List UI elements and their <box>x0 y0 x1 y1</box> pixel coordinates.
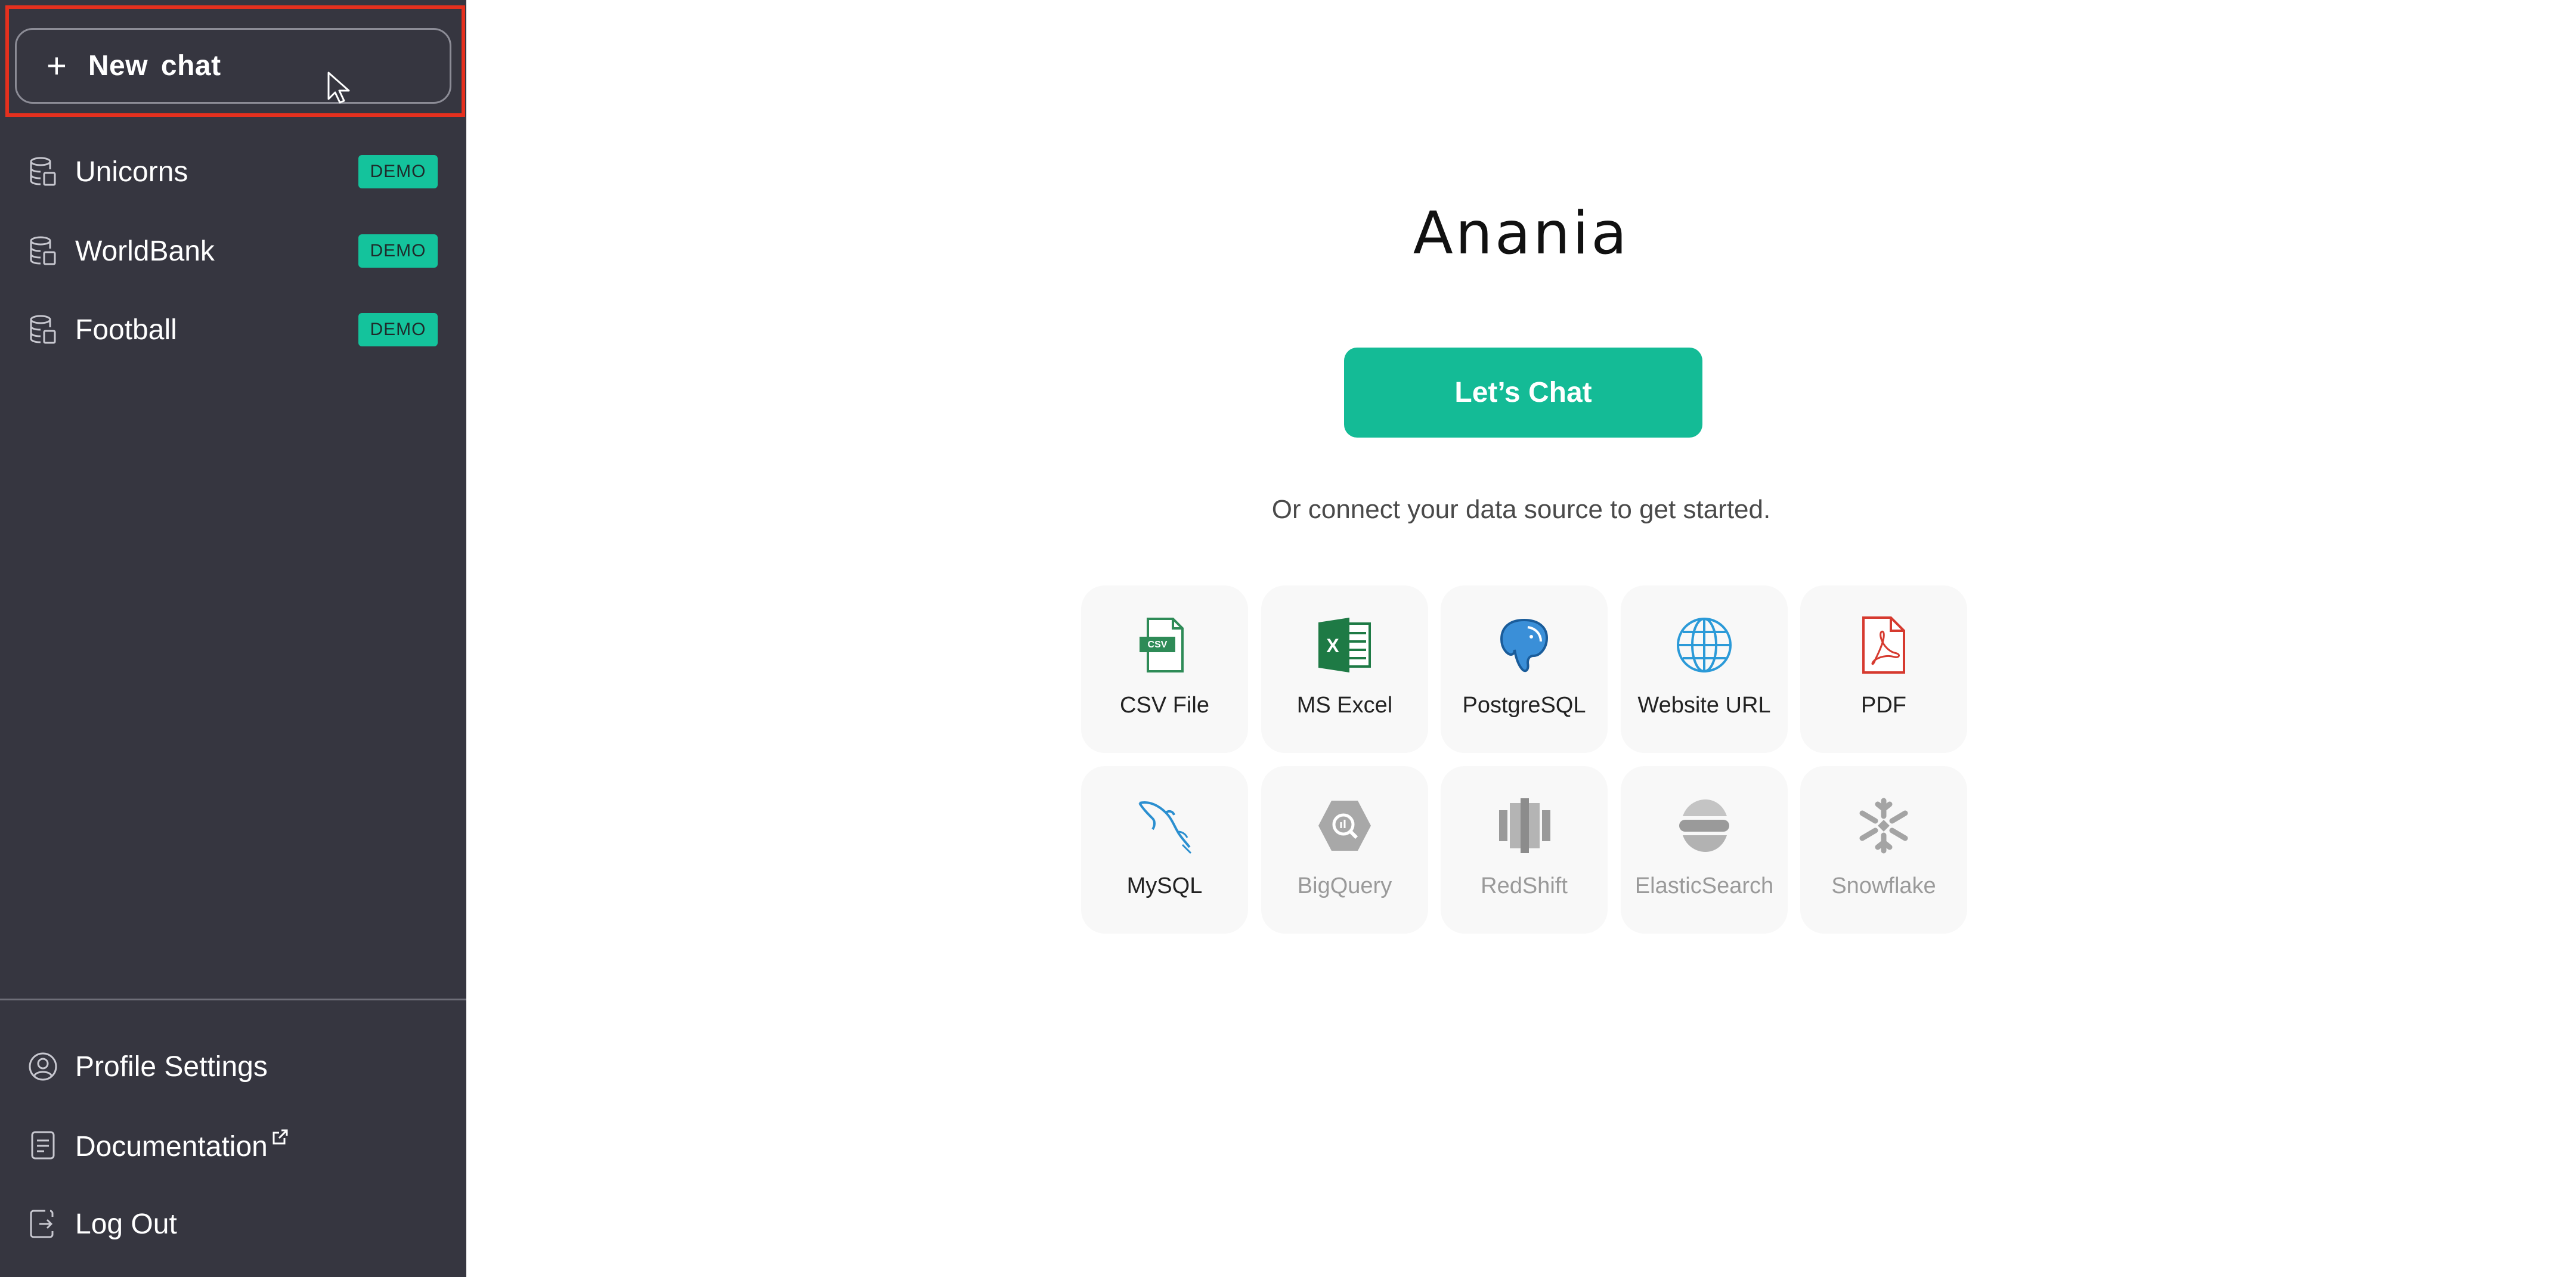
user-circle-icon <box>29 1052 57 1081</box>
connector-label: RedShift <box>1481 873 1568 898</box>
database-icon <box>30 157 56 186</box>
external-link-icon <box>273 1129 288 1144</box>
elasticsearch-icon <box>1679 799 1729 852</box>
connector-label: PDF <box>1861 693 1906 718</box>
csv-tag: CSV <box>1148 640 1168 650</box>
plus-icon: + <box>47 46 67 85</box>
connector-website-url[interactable]: Website URL <box>1621 585 1788 753</box>
logout-link[interactable]: Log Out <box>0 1191 466 1257</box>
sidebar: + New chat Unicorns DEMO WorldBank DEMO … <box>0 0 466 1277</box>
document-icon <box>31 1131 55 1160</box>
connector-label: BigQuery <box>1297 873 1392 898</box>
logout-icon <box>30 1210 54 1238</box>
new-chat-label: New chat <box>88 50 221 82</box>
demo-badge: DEMO <box>358 234 438 268</box>
documentation-label: Documentation <box>75 1130 268 1163</box>
connector-label: Website URL <box>1637 693 1771 718</box>
bigquery-icon <box>1318 801 1371 851</box>
connector-postgresql[interactable]: PostgreSQL <box>1441 585 1608 753</box>
sidebar-item-label: WorldBank <box>75 235 215 267</box>
documentation-link[interactable]: Documentation <box>0 1112 466 1178</box>
excel-tag: X <box>1326 635 1339 656</box>
sidebar-item-football[interactable]: Football DEMO <box>0 297 466 362</box>
postgresql-elephant-icon <box>1500 618 1549 672</box>
connect-subtitle: Or connect your data source to get start… <box>1271 495 1771 524</box>
mouse-cursor-icon <box>327 72 350 104</box>
connector-pdf[interactable]: PDF <box>1800 585 1967 753</box>
demo-badge: DEMO <box>358 313 438 346</box>
sidebar-item-label: Unicorns <box>75 156 188 188</box>
sidebar-item-label: Football <box>75 314 177 346</box>
sidebar-item-unicorns[interactable]: Unicorns DEMO <box>0 139 466 204</box>
connector-csv-file[interactable]: CSV CSV File <box>1081 585 1248 753</box>
connector-label: CSV File <box>1120 693 1209 718</box>
sidebar-divider <box>0 999 466 1000</box>
connector-label: PostgreSQL <box>1462 693 1586 718</box>
redshift-icon <box>1499 798 1550 853</box>
new-chat-button[interactable]: + New chat <box>15 28 451 104</box>
pdf-icon <box>1862 616 1905 674</box>
snowflake-icon <box>1859 798 1908 854</box>
database-icon <box>30 236 56 265</box>
connector-elasticsearch[interactable]: ElasticSearch <box>1621 766 1788 934</box>
connector-redshift[interactable]: RedShift <box>1441 766 1608 934</box>
demo-badge: DEMO <box>358 155 438 188</box>
connector-mysql[interactable]: MySQL <box>1081 766 1248 934</box>
excel-icon: X <box>1318 618 1371 672</box>
profile-settings-link[interactable]: Profile Settings <box>0 1034 466 1099</box>
brand-title: Anania <box>1413 200 1630 268</box>
connector-label: Snowflake <box>1831 873 1936 898</box>
profile-settings-label: Profile Settings <box>75 1050 268 1083</box>
globe-icon <box>1677 618 1732 672</box>
logout-label: Log Out <box>75 1208 177 1240</box>
connector-snowflake[interactable]: Snowflake <box>1800 766 1967 934</box>
connector-label: MS Excel <box>1296 693 1393 718</box>
app-window: + New chat Unicorns DEMO WorldBank DEMO … <box>0 0 2576 1277</box>
mysql-dolphin-icon <box>1138 801 1192 854</box>
documentation-label-wrap: Documentation <box>75 1128 289 1163</box>
connector-bigquery[interactable]: BigQuery <box>1261 766 1428 934</box>
database-icon <box>30 315 56 344</box>
csv-file-icon: CSV <box>1140 618 1184 672</box>
connector-ms-excel[interactable]: X MS Excel <box>1261 585 1428 753</box>
lets-chat-button[interactable]: Let’s Chat <box>1344 348 1702 438</box>
sidebar-item-worldbank[interactable]: WorldBank DEMO <box>0 218 466 284</box>
connector-label: MySQL <box>1126 873 1203 898</box>
connector-label: ElasticSearch <box>1634 873 1774 898</box>
